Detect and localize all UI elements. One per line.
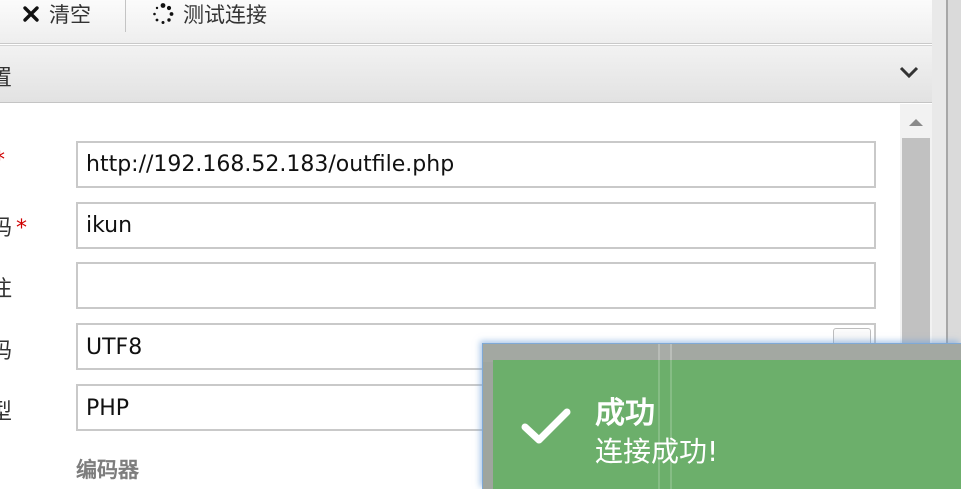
clear-button[interactable]: 清空 — [22, 0, 91, 28]
encoder-section-label: 编码器 — [76, 458, 139, 482]
toast-message: 连接成功! — [595, 435, 719, 468]
required-mark: * — [0, 148, 5, 173]
checkmark-icon — [521, 406, 571, 446]
success-toast[interactable]: 成功 连接成功! — [493, 360, 961, 489]
toolbar: 清空 测试连接 — [0, 0, 932, 44]
password-label: 码 * — [0, 216, 28, 241]
close-x-icon — [22, 5, 40, 23]
panel-collapse-toggle[interactable] — [895, 59, 923, 87]
triangle-up-icon — [908, 112, 924, 131]
panel-header[interactable]: 置 — [0, 45, 932, 103]
spinner-dots-icon — [152, 3, 174, 25]
app-window: 清空 测试连接 置 http://192.168.52.183/outfile.… — [0, 0, 961, 489]
toolbar-divider — [125, 0, 126, 32]
test-connection-label: 测试连接 — [183, 3, 267, 27]
chevron-down-icon — [899, 64, 919, 83]
encoding-label: 码 — [0, 339, 13, 364]
url-input[interactable] — [76, 141, 876, 188]
type-select-value: PHP — [86, 396, 130, 421]
note-label: 注 — [0, 277, 13, 302]
type-label: 型 — [0, 400, 13, 425]
toast-title: 成功 — [595, 396, 655, 431]
note-input[interactable] — [76, 262, 876, 309]
scroll-up-button[interactable] — [900, 104, 932, 138]
url-label: * — [0, 148, 5, 176]
password-input[interactable] — [76, 202, 876, 249]
panel-title: 置 — [0, 66, 13, 91]
required-mark: * — [16, 216, 28, 241]
encoding-select-value: UTF8 — [86, 335, 143, 360]
toast-container: 成功 连接成功! — [482, 343, 961, 489]
test-connection-button[interactable]: 测试连接 — [152, 0, 267, 28]
clear-button-label: 清空 — [49, 3, 91, 27]
